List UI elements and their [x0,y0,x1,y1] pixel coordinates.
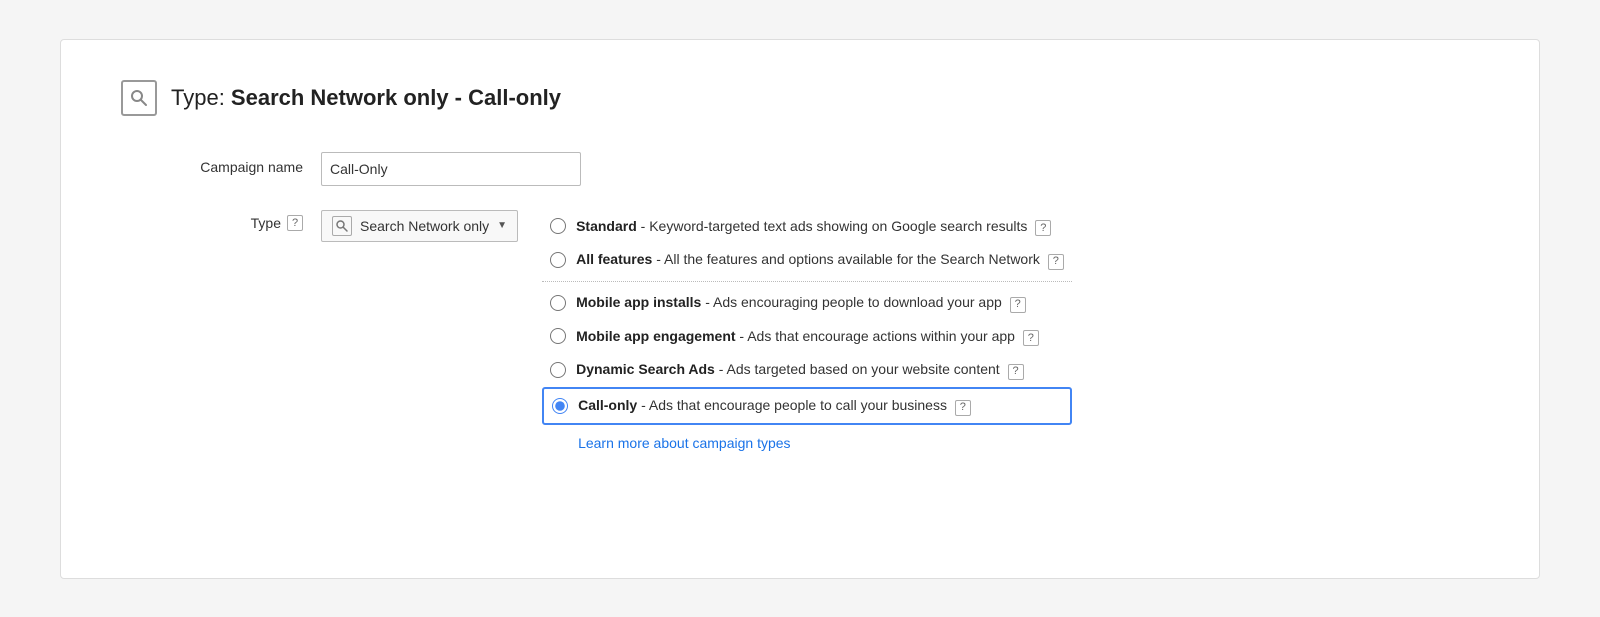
call-only-help-badge[interactable]: ? [955,400,971,416]
type-help-badge[interactable]: ? [287,215,303,231]
campaign-name-input[interactable] [321,152,581,186]
radio-call-only[interactable] [552,398,568,414]
dropdown-search-icon [332,216,352,236]
type-option-call-only-label: Call-only - Ads that encourage people to… [578,396,971,416]
dropdown-arrow-icon: ▼ [497,220,507,231]
type-option-mobile-app-installs[interactable]: Mobile app installs - Ads encouraging pe… [542,286,1072,320]
type-label-container: Type ? [121,210,321,231]
type-label: Type [251,215,281,231]
type-row: Type ? Search Network only ▼ [121,210,1479,451]
type-options-panel: Standard - Keyword-targeted text ads sho… [542,210,1072,451]
radio-standard[interactable] [550,218,566,234]
type-option-all-features-label: All features - All the features and opti… [576,250,1064,270]
type-option-mobile-app-engagement-label: Mobile app engagement - Ads that encoura… [576,327,1039,347]
campaign-name-row: Campaign name [121,152,1479,186]
dynamic-search-help-badge[interactable]: ? [1008,364,1024,380]
mobile-engagement-help-badge[interactable]: ? [1023,330,1039,346]
search-network-icon [121,80,157,116]
campaign-name-label: Campaign name [121,152,321,175]
radio-mobile-app-installs[interactable] [550,295,566,311]
type-dropdown[interactable]: Search Network only ▼ [321,210,518,242]
type-option-standard[interactable]: Standard - Keyword-targeted text ads sho… [542,210,1072,244]
type-option-mobile-app-engagement[interactable]: Mobile app engagement - Ads that encoura… [542,320,1072,354]
type-dropdown-label: Search Network only [360,218,489,234]
type-option-mobile-app-installs-label: Mobile app installs - Ads encouraging pe… [576,293,1026,313]
learn-more-link[interactable]: Learn more about campaign types [578,435,1072,451]
page-title-row: Type: Search Network only - Call-only [121,80,1479,116]
mobile-installs-help-badge[interactable]: ? [1010,297,1026,313]
type-option-call-only[interactable]: Call-only - Ads that encourage people to… [542,387,1072,425]
type-form-content: Search Network only ▼ Standard - Keyword… [321,210,1072,451]
type-option-dynamic-search-ads[interactable]: Dynamic Search Ads - Ads targeted based … [542,353,1072,387]
options-divider [542,281,1072,282]
radio-all-features[interactable] [550,252,566,268]
page-title: Type: Search Network only - Call-only [171,85,561,111]
radio-dynamic-search-ads[interactable] [550,362,566,378]
main-card: Type: Search Network only - Call-only Ca… [60,39,1540,579]
type-option-dynamic-search-ads-label: Dynamic Search Ads - Ads targeted based … [576,360,1024,380]
type-option-all-features[interactable]: All features - All the features and opti… [542,243,1072,277]
radio-mobile-app-engagement[interactable] [550,328,566,344]
standard-help-badge[interactable]: ? [1035,220,1051,236]
all-features-help-badge[interactable]: ? [1048,254,1064,270]
type-option-standard-label: Standard - Keyword-targeted text ads sho… [576,217,1051,237]
